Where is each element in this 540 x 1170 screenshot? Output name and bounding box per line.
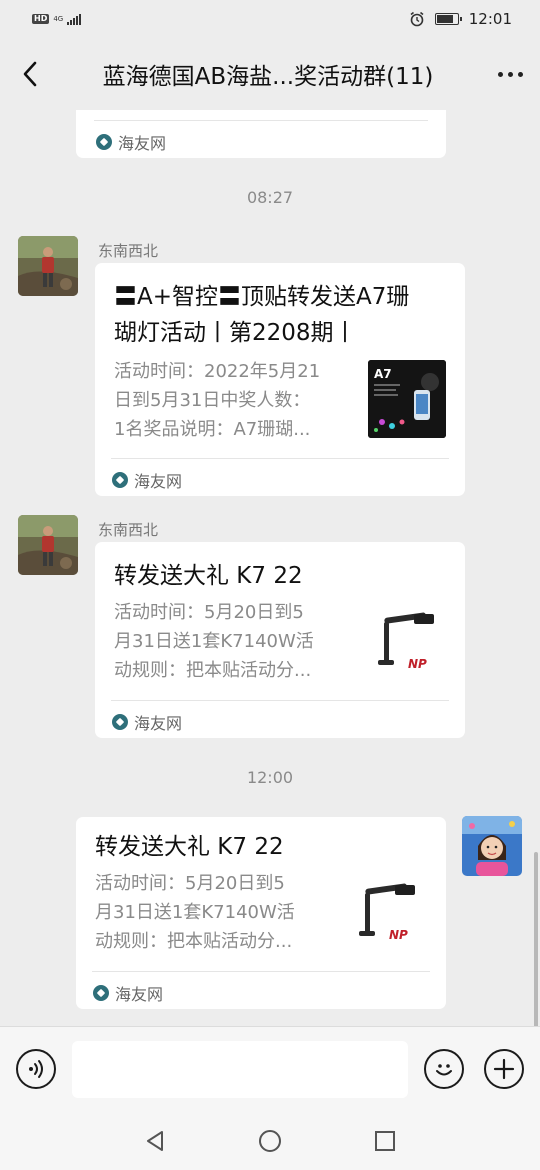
card-source: 海友网 (93, 981, 163, 1005)
card-divider (111, 700, 449, 701)
chat-title: 蓝海德国AB海盐...奖活动群(11) (102, 64, 434, 90)
sender-name: 东南西北 (98, 242, 159, 260)
card-title: 〓A+智控〓顶贴转发送A7珊 瑚灯活动丨第2208期丨 (114, 284, 410, 346)
card-thumbnail: NP (349, 873, 427, 951)
card-divider (92, 971, 430, 972)
status-left: HD 4G (32, 13, 82, 25)
more-icon (497, 71, 523, 77)
source-logo-icon (112, 714, 128, 730)
back-button[interactable] (0, 38, 60, 110)
source-logo-icon (112, 472, 128, 488)
card-source: 海友网 (112, 710, 182, 734)
status-bar: HD 4G 12:01 (0, 0, 540, 38)
card-source: 海友网 (112, 468, 182, 492)
scrollbar[interactable] (534, 852, 538, 1026)
voice-button[interactable] (16, 1049, 56, 1089)
source-logo-icon (93, 985, 109, 1001)
message-input[interactable] (72, 1041, 408, 1098)
chat-area[interactable]: 海友网 08:27 东南西北 〓A+智控〓顶贴转发送A7珊 瑚灯活动丨第2208… (0, 110, 540, 1026)
card-title: 转发送大礼 K7 22 (114, 563, 303, 589)
emoji-icon (436, 1064, 452, 1076)
timestamp: 08:27 (246, 188, 294, 207)
nav-home-button[interactable] (255, 1126, 285, 1156)
signal-icon (67, 13, 82, 25)
nav-home-icon (259, 1130, 281, 1152)
card-title: 转发送大礼 K7 22 (95, 834, 284, 860)
alarm-icon (410, 11, 424, 27)
more-button[interactable] (480, 38, 540, 110)
input-bar (0, 1026, 540, 1110)
nav-recents-icon (375, 1131, 395, 1151)
card-thumbnail: A7 (368, 360, 446, 438)
nav-recents-button[interactable] (370, 1126, 400, 1156)
source-name: 海友网 (134, 472, 183, 491)
svg-text:NP: NP (408, 657, 427, 671)
link-card[interactable]: 转发送大礼 K7 22 活动时间：5月20日到5 月31日送1套K7140W活 … (95, 542, 465, 738)
card-description: 活动时间：5月20日到5 月31日送1套K7140W活 动规则：把本贴活动分..… (95, 873, 295, 952)
chat-header: 蓝海德国AB海盐...奖活动群(11) (0, 38, 540, 110)
more-functions-button[interactable] (484, 1049, 524, 1089)
self-avatar[interactable] (462, 816, 522, 876)
card-thumbnail: NP (368, 602, 446, 680)
sender-name: 东南西北 (98, 521, 159, 539)
source-name: 海友网 (134, 714, 183, 733)
network-type: 4G (53, 14, 64, 23)
battery-icon (434, 13, 462, 25)
link-card[interactable]: 〓A+智控〓顶贴转发送A7珊 瑚灯活动丨第2208期丨 活动时间：2022年5月… (95, 263, 465, 496)
source-name: 海友网 (118, 134, 167, 153)
nav-back-icon (147, 1131, 163, 1151)
source-logo-icon (96, 134, 112, 150)
card-source: 海友网 (96, 130, 166, 154)
svg-text:NP: NP (389, 928, 408, 942)
plus-icon (493, 1058, 515, 1080)
sender-avatar[interactable] (18, 236, 78, 296)
status-right: 12:01 (409, 10, 512, 28)
back-arrow-icon (23, 61, 37, 87)
voice-icon (29, 1060, 43, 1078)
source-name: 海友网 (115, 985, 164, 1004)
nav-back-button[interactable] (140, 1126, 170, 1156)
link-card-partial[interactable]: 海友网 (76, 110, 446, 158)
card-description: 活动时间：2022年5月21 日到5月31日中奖人数： 1名奖品说明：A7珊瑚.… (114, 361, 321, 440)
card-divider (111, 458, 449, 459)
emoji-button[interactable] (424, 1049, 464, 1089)
hd-badge: HD (32, 14, 50, 24)
timestamp: 12:00 (246, 768, 294, 787)
sender-avatar[interactable] (18, 515, 78, 575)
card-description: 活动时间：5月20日到5 月31日送1套K7140W活 动规则：把本贴活动分..… (114, 602, 314, 681)
link-card[interactable]: 转发送大礼 K7 22 活动时间：5月20日到5 月31日送1套K7140W活 … (76, 817, 446, 1009)
card-divider (94, 120, 428, 121)
system-nav-bar (0, 1110, 540, 1170)
status-time: 12:01 (468, 10, 512, 28)
svg-text:A7: A7 (374, 367, 392, 381)
